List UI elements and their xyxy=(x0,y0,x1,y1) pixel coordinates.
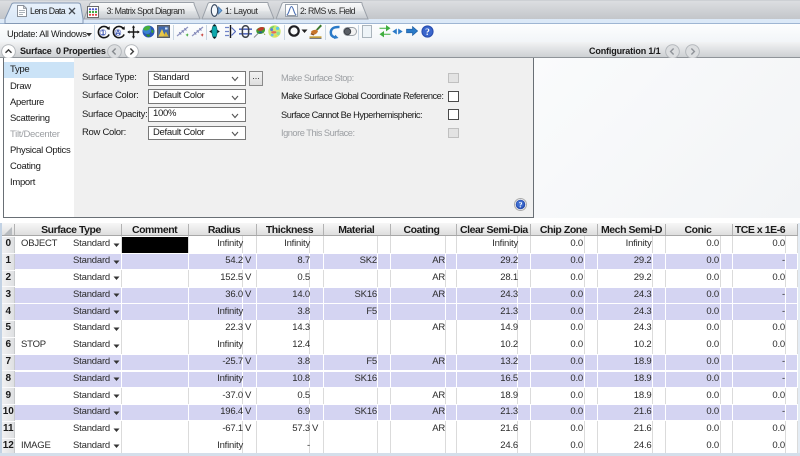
svg-text:1: 1 xyxy=(101,28,105,37)
svg-text:?: ? xyxy=(425,28,430,38)
svg-text:?: ? xyxy=(519,200,523,209)
svg-text:A: A xyxy=(115,28,121,37)
